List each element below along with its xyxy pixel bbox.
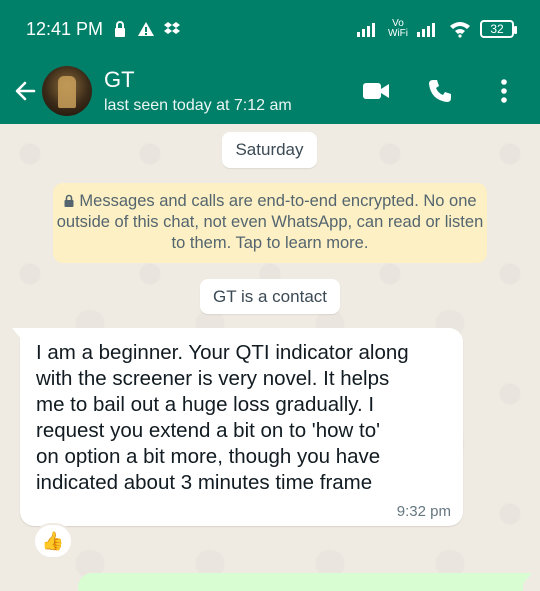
vowifi-indicator: Vo WiFi: [388, 19, 408, 39]
signal-icon: [357, 23, 375, 37]
lock-icon: [64, 194, 74, 207]
battery-level: 32: [490, 22, 504, 36]
avatar[interactable]: [42, 66, 92, 116]
chat-bar: GT last seen today at 7:12 am: [0, 58, 540, 124]
thumbs-up-reaction[interactable]: 👍: [33, 523, 73, 559]
signal-icon: [417, 23, 435, 37]
message-time: 9:32 pm: [396, 503, 451, 520]
last-seen: last seen today at 7:12 am: [104, 97, 292, 114]
voice-call-icon[interactable]: [426, 77, 454, 105]
outgoing-message[interactable]: [78, 573, 532, 591]
app-header: 12:41 PM Vo WiFi 32 GT last seen today a…: [0, 0, 540, 124]
status-bar: 12:41 PM Vo WiFi 32: [0, 0, 540, 58]
vowifi-bottom: WiFi: [388, 28, 408, 39]
contact-chip: GT is a contact: [200, 279, 340, 314]
date-chip: Saturday: [222, 132, 317, 168]
wifi-icon: [450, 22, 470, 38]
battery-icon: 32: [480, 20, 517, 38]
back-arrow-icon[interactable]: [6, 72, 44, 110]
alert-icon: [138, 22, 155, 36]
lock-icon: [115, 21, 126, 37]
contact-info[interactable]: GT last seen today at 7:12 am: [104, 67, 292, 115]
incoming-message[interactable]: I am a beginner. Your QTI indicator alon…: [12, 328, 463, 526]
encryption-notice[interactable]: Messages and calls are end-to-end encryp…: [53, 183, 487, 263]
video-call-icon[interactable]: [362, 77, 390, 105]
more-options-icon[interactable]: [490, 77, 518, 105]
status-time: 12:41 PM: [26, 18, 104, 39]
dropbox-icon: [164, 22, 181, 34]
contact-name: GT: [104, 67, 135, 92]
encryption-text: Messages and calls are end-to-end encryp…: [56, 192, 484, 252]
message-text: I am a beginner. Your QTI indicator alon…: [36, 341, 409, 494]
